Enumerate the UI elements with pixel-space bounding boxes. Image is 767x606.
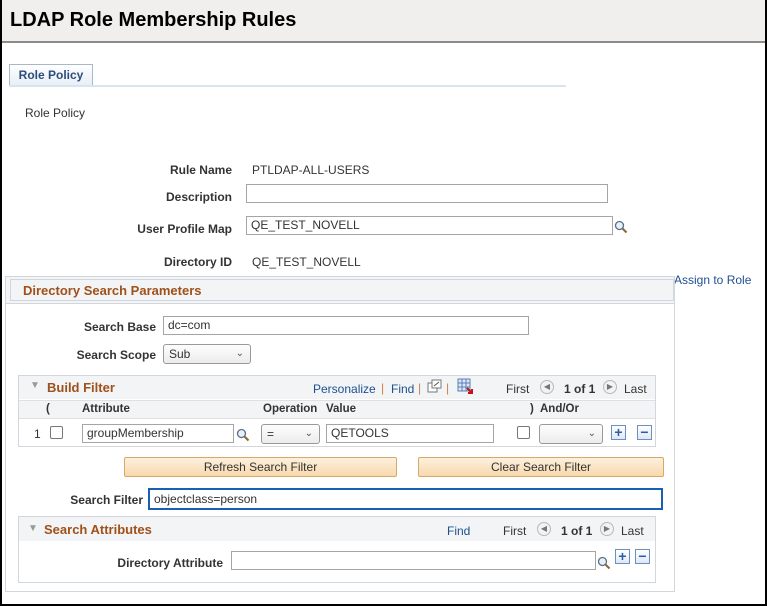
- page-title: LDAP Role Membership Rules: [10, 9, 297, 31]
- clear-search-filter-button[interactable]: Clear Search Filter: [418, 457, 664, 477]
- row-number: 1: [34, 427, 41, 441]
- col-open-paren: (: [46, 403, 50, 415]
- prev-icon[interactable]: ◀: [537, 522, 551, 536]
- page-header: LDAP Role Membership Rules: [2, 0, 765, 43]
- directory-id-label: Directory ID: [163, 255, 232, 269]
- search-base-input[interactable]: dc=com: [163, 316, 529, 335]
- rule-name-label: Rule Name: [169, 163, 232, 177]
- directory-search-title-bar: Directory Search Parameters: [10, 279, 674, 301]
- attribute-input[interactable]: groupMembership: [82, 424, 234, 443]
- personalize-link[interactable]: Personalize: [313, 382, 376, 396]
- tab-divider: [9, 85, 566, 87]
- assign-to-role-link[interactable]: Assign to Role: [674, 273, 751, 287]
- add-attribute-button[interactable]: +: [615, 549, 630, 564]
- operation-value: =: [267, 427, 275, 441]
- and-or-select[interactable]: ⌄: [539, 424, 603, 444]
- col-operation: Operation: [263, 403, 318, 415]
- prev-icon[interactable]: ◀: [540, 380, 554, 394]
- delete-row-button[interactable]: −: [637, 425, 652, 440]
- search-attributes-find-link[interactable]: Find: [447, 524, 470, 538]
- separator: |: [381, 381, 385, 395]
- directory-attribute-label: Directory Attribute: [117, 556, 223, 570]
- directory-attribute-input[interactable]: [231, 551, 596, 570]
- search-scope-value: Sub: [169, 347, 191, 361]
- search-filter-input[interactable]: objectclass=person: [148, 488, 663, 510]
- description-input[interactable]: [246, 184, 608, 203]
- tab-role-policy[interactable]: Role Policy: [9, 64, 93, 86]
- operation-select[interactable]: = ⌄: [261, 424, 320, 444]
- next-icon[interactable]: ▶: [600, 522, 614, 536]
- col-value: Value: [326, 403, 357, 415]
- search-scope-select[interactable]: Sub ⌄: [163, 344, 251, 364]
- pager-last[interactable]: Last: [624, 382, 647, 396]
- user-profile-map-lookup-icon[interactable]: [614, 220, 628, 234]
- add-row-button[interactable]: +: [611, 425, 626, 440]
- download-grid-icon[interactable]: [457, 378, 473, 394]
- pager-last[interactable]: Last: [621, 524, 644, 538]
- pager-first[interactable]: First: [506, 382, 529, 396]
- chevron-down-icon: ⌄: [587, 428, 596, 439]
- open-paren-checkbox[interactable]: [50, 426, 63, 439]
- value-input[interactable]: QETOOLS: [326, 424, 494, 443]
- rule-name-value: PTLDAP-ALL-USERS: [252, 163, 370, 177]
- refresh-search-filter-button[interactable]: Refresh Search Filter: [124, 457, 397, 477]
- collapse-icon[interactable]: ▼: [28, 523, 38, 534]
- new-window-icon[interactable]: [427, 379, 442, 393]
- col-attribute: Attribute: [82, 403, 130, 415]
- directory-attribute-lookup-icon[interactable]: [597, 556, 611, 570]
- pager-count: 1 of 1: [564, 382, 596, 396]
- col-and-or: And/Or: [540, 403, 579, 415]
- description-label: Description: [165, 190, 232, 204]
- directory-id-value: QE_TEST_NOVELL: [252, 255, 361, 269]
- separator: |: [446, 381, 450, 395]
- section-subtitle: Role Policy: [25, 106, 86, 120]
- search-scope-label: Search Scope: [76, 348, 156, 362]
- search-filter-label: Search Filter: [70, 493, 143, 507]
- separator: |: [418, 381, 422, 395]
- next-icon[interactable]: ▶: [603, 380, 617, 394]
- pager-count: 1 of 1: [561, 524, 593, 538]
- close-paren-checkbox[interactable]: [517, 426, 530, 439]
- collapse-icon[interactable]: ▼: [30, 380, 40, 391]
- find-link[interactable]: Find: [391, 382, 414, 396]
- delete-attribute-button[interactable]: −: [635, 549, 650, 564]
- user-profile-map-label: User Profile Map: [137, 222, 232, 236]
- attribute-lookup-icon[interactable]: [236, 428, 250, 442]
- build-filter-title: Build Filter: [47, 380, 115, 395]
- chevron-down-icon: ⌄: [235, 348, 244, 359]
- pager-first[interactable]: First: [503, 524, 526, 538]
- col-close-paren: ): [530, 403, 534, 415]
- chevron-down-icon: ⌄: [304, 428, 313, 439]
- directory-search-title: Directory Search Parameters: [23, 283, 202, 298]
- user-profile-map-input[interactable]: QE_TEST_NOVELL: [246, 216, 613, 235]
- search-attributes-title: Search Attributes: [44, 522, 152, 537]
- search-base-label: Search Base: [83, 320, 156, 334]
